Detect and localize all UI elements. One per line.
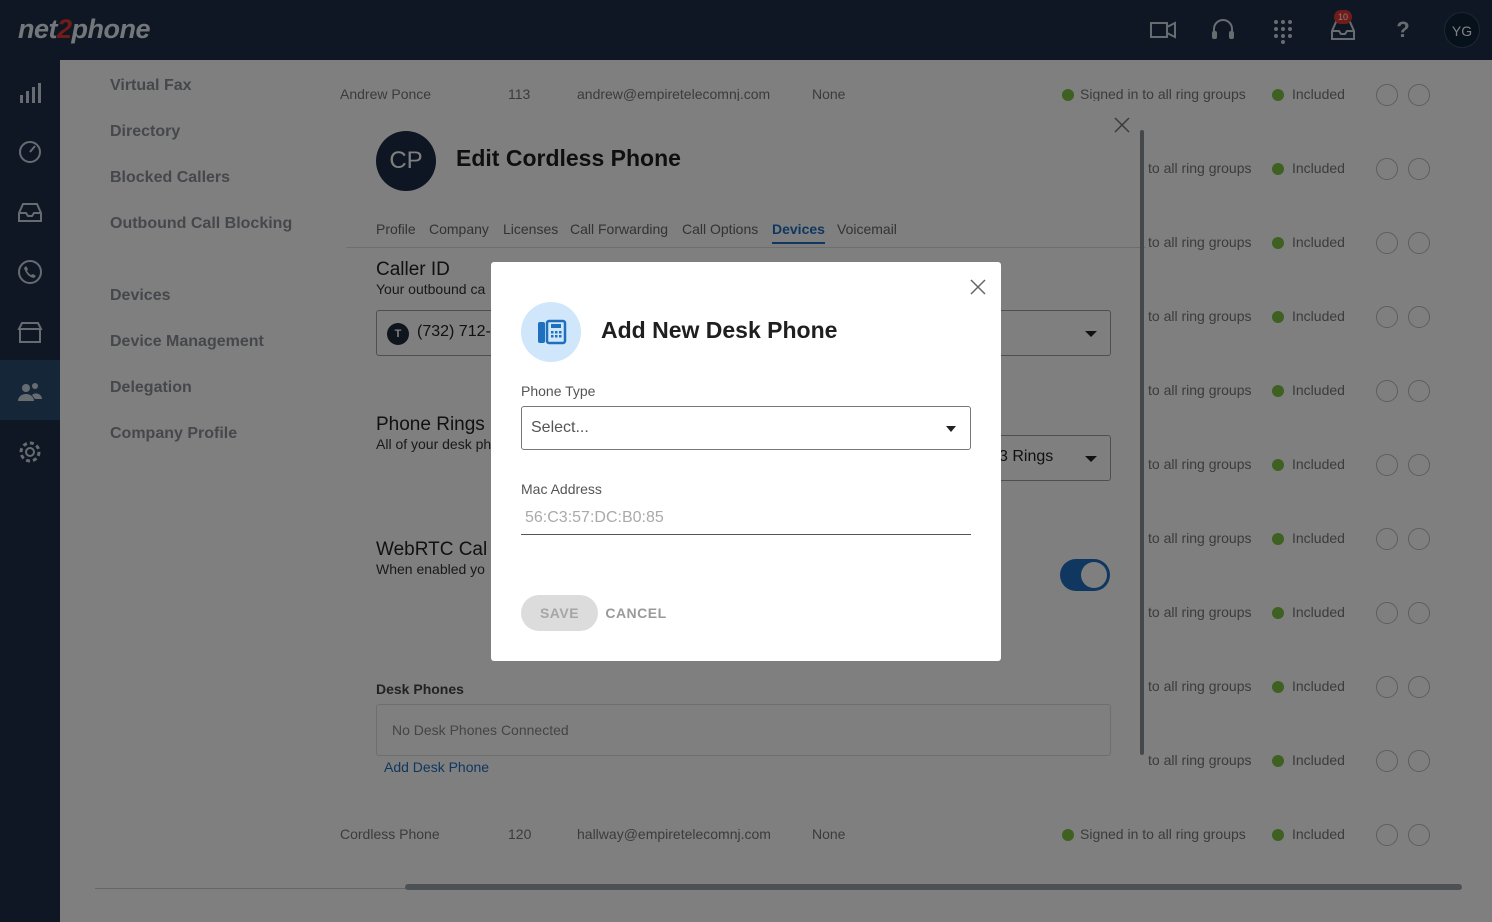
chevron-down-icon	[946, 426, 956, 432]
desk-phone-icon	[521, 302, 581, 362]
save-button[interactable]: SAVE	[521, 595, 598, 631]
mac-address-label: Mac Address	[521, 481, 602, 497]
close-icon[interactable]	[967, 276, 989, 298]
phone-type-select[interactable]: Select...	[521, 406, 971, 450]
add-modal-title: Add New Desk Phone	[601, 317, 838, 343]
cancel-button[interactable]: CANCEL	[603, 595, 669, 631]
mac-address-input[interactable]	[521, 502, 971, 535]
phone-type-value: Select...	[531, 419, 589, 436]
phone-type-label: Phone Type	[521, 383, 596, 399]
add-desk-phone-modal: Add New Desk Phone Phone Type Select... …	[491, 262, 1001, 661]
